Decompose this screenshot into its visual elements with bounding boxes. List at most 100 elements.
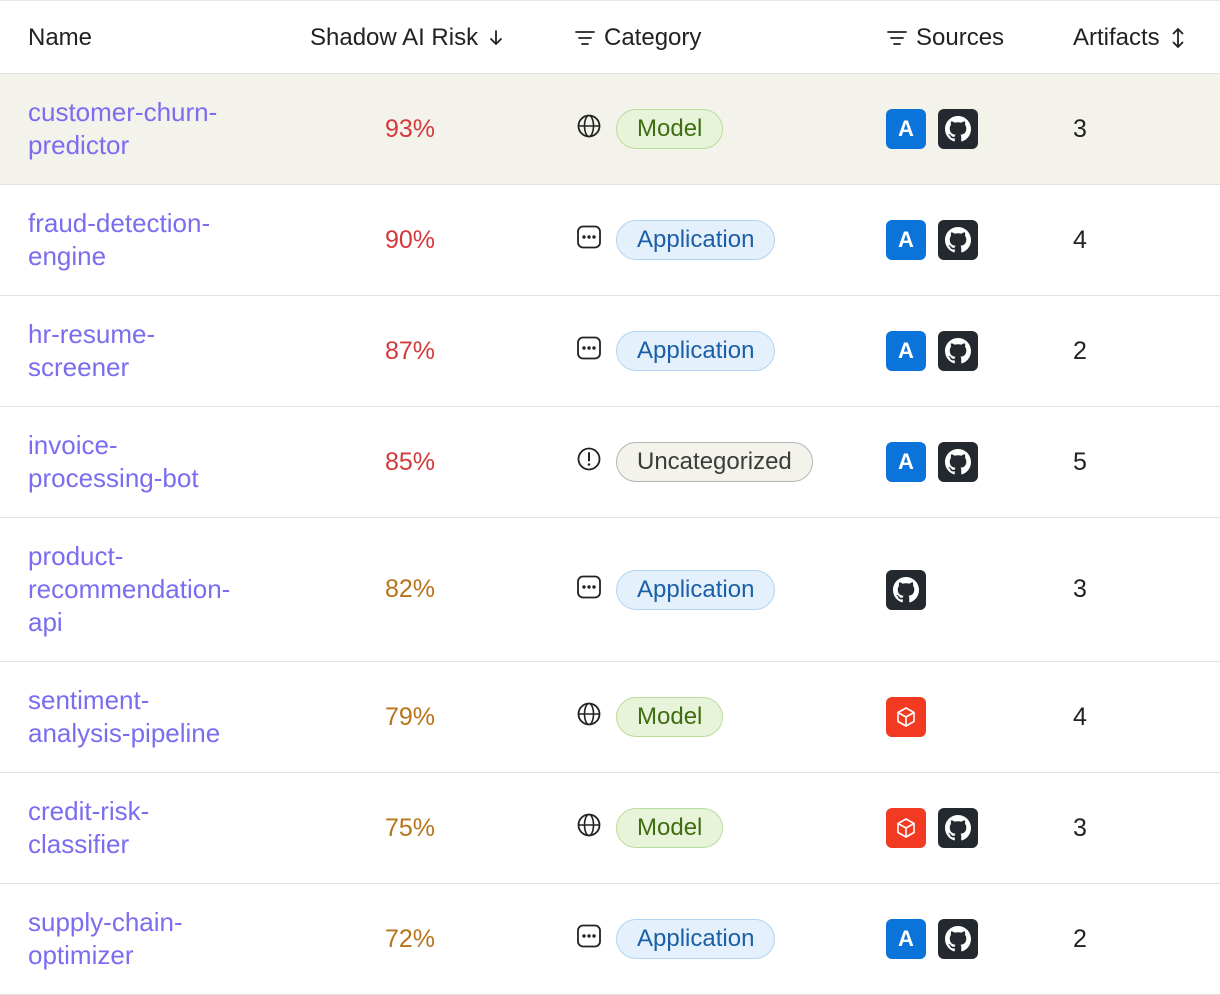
- table-row[interactable]: supply-chain-optimizer 72% Application A 2: [0, 884, 1220, 995]
- filter-icon[interactable]: [574, 29, 596, 47]
- category-cell: Application: [576, 518, 776, 661]
- azure-a-letter: A: [898, 227, 914, 252]
- sources-cell: A: [886, 884, 978, 994]
- artifacts-count: 3: [1073, 575, 1087, 603]
- asset-name-link[interactable]: fraud-detection-engine: [28, 185, 268, 295]
- azure-source-icon[interactable]: A: [886, 220, 926, 260]
- table-row[interactable]: credit-risk-classifier 75% Model 3: [0, 773, 1220, 884]
- github-source-icon[interactable]: [938, 220, 978, 260]
- asset-name-line: credit-risk-: [28, 796, 150, 826]
- artifacts-count: 3: [1073, 813, 1087, 842]
- category-cell: Application: [576, 884, 776, 994]
- sources-cell: [886, 662, 926, 772]
- asset-name-link[interactable]: credit-risk-classifier: [28, 773, 268, 883]
- category-badge[interactable]: Uncategorized: [616, 442, 813, 482]
- ai-assets-table: Name Shadow AI Risk Category Sources Art…: [0, 0, 1220, 995]
- column-header-name[interactable]: Name: [28, 1, 92, 75]
- table-row[interactable]: invoice-processing-bot 85% Uncategorized A 5: [0, 407, 1220, 518]
- azure-source-icon[interactable]: A: [886, 109, 926, 149]
- azure-source-icon[interactable]: A: [886, 919, 926, 959]
- github-source-icon[interactable]: [938, 442, 978, 482]
- category-badge[interactable]: Application: [616, 919, 776, 959]
- column-header-sources[interactable]: Sources: [886, 1, 1004, 75]
- table-row[interactable]: hr-resume-screener 87% Application A 2: [0, 296, 1220, 407]
- category-badge[interactable]: Model: [616, 109, 724, 149]
- asset-name-line: processing-bot: [28, 463, 199, 493]
- chat-icon: [576, 335, 602, 361]
- azure-a-letter: A: [898, 926, 914, 951]
- table-row[interactable]: sentiment-analysis-pipeline 79% Model 4: [0, 662, 1220, 773]
- globe-icon: [576, 812, 602, 838]
- azure-a-letter: A: [898, 338, 914, 363]
- column-header-name-label: Name: [28, 24, 93, 51]
- sources-cell: A: [886, 296, 978, 406]
- asset-name-line: api: [28, 607, 63, 637]
- asset-name-line: supply-chain-: [28, 907, 183, 937]
- asset-name-line: engine: [28, 241, 107, 271]
- category-badge[interactable]: Model: [616, 808, 724, 848]
- github-source-icon[interactable]: [938, 808, 978, 848]
- chat-icon: [576, 923, 602, 949]
- artifacts-count: 4: [1073, 702, 1087, 731]
- table-row[interactable]: product-recommendation-api 82% Application…: [0, 518, 1220, 662]
- aws-box-source-icon[interactable]: [886, 697, 926, 737]
- sources-cell: A: [886, 407, 978, 517]
- column-header-risk-label: Shadow AI Risk: [310, 24, 479, 51]
- chat-icon: [576, 224, 602, 250]
- sources-cell: [886, 518, 926, 661]
- category-badge[interactable]: Model: [616, 697, 724, 737]
- category-cell: Model: [576, 74, 724, 184]
- asset-name-line: screener: [28, 352, 130, 382]
- artifacts-count: 2: [1073, 924, 1087, 953]
- column-header-category-label: Category: [604, 24, 702, 51]
- shadow-ai-risk-value: 79%: [384, 702, 436, 731]
- column-header-category[interactable]: Category: [574, 1, 701, 75]
- asset-name-line: optimizer: [28, 940, 134, 970]
- table-row[interactable]: fraud-detection-engine 90% Application A 4: [0, 185, 1220, 296]
- category-badge[interactable]: Application: [616, 569, 776, 610]
- table-header: Name Shadow AI Risk Category Sources Art…: [0, 0, 1220, 74]
- artifacts-count: 5: [1073, 447, 1087, 476]
- sort-updown-icon[interactable]: [1170, 27, 1186, 49]
- column-header-sources-label: Sources: [916, 24, 1005, 51]
- asset-name-link[interactable]: supply-chain-optimizer: [28, 884, 268, 994]
- aws-box-source-icon[interactable]: [886, 808, 926, 848]
- asset-name-line: fraud-detection-: [28, 208, 211, 238]
- arrow-down-icon[interactable]: [488, 29, 504, 47]
- shadow-ai-risk-value: 87%: [384, 336, 436, 365]
- asset-name-line: hr-resume-: [28, 319, 156, 349]
- shadow-ai-risk-value: 72%: [384, 924, 436, 953]
- column-header-artifacts-label: Artifacts: [1073, 24, 1160, 51]
- asset-name-line: analysis-pipeline: [28, 718, 221, 748]
- globe-icon: [576, 113, 602, 139]
- table-row[interactable]: customer-churn-predictor 93% Model A 3: [0, 74, 1220, 185]
- asset-name-line: customer-churn-: [28, 97, 218, 127]
- asset-name-link[interactable]: sentiment-analysis-pipeline: [28, 662, 268, 772]
- asset-name-line: classifier: [28, 829, 130, 859]
- filter-icon[interactable]: [886, 29, 908, 47]
- asset-name-link[interactable]: product-recommendation-api: [28, 518, 268, 661]
- category-cell: Application: [576, 185, 776, 295]
- category-cell: Application: [576, 296, 776, 406]
- column-header-artifacts[interactable]: Artifacts: [1073, 1, 1186, 75]
- shadow-ai-risk-value: 85%: [384, 447, 436, 476]
- github-source-icon[interactable]: [938, 919, 978, 959]
- category-cell: Uncategorized: [576, 407, 813, 517]
- github-source-icon[interactable]: [886, 569, 926, 610]
- github-source-icon[interactable]: [938, 331, 978, 371]
- chat-icon: [576, 574, 602, 600]
- category-badge[interactable]: Application: [616, 331, 776, 371]
- artifacts-count: 4: [1073, 225, 1087, 254]
- azure-source-icon[interactable]: A: [886, 331, 926, 371]
- azure-source-icon[interactable]: A: [886, 442, 926, 482]
- column-header-risk[interactable]: Shadow AI Risk: [310, 1, 504, 75]
- asset-name-link[interactable]: customer-churn-predictor: [28, 74, 268, 184]
- sources-cell: A: [886, 74, 978, 184]
- asset-name-link[interactable]: hr-resume-screener: [28, 296, 268, 406]
- asset-name-link[interactable]: invoice-processing-bot: [28, 407, 268, 517]
- sources-cell: A: [886, 185, 978, 295]
- shadow-ai-risk-value: 75%: [384, 813, 436, 842]
- github-source-icon[interactable]: [938, 109, 978, 149]
- category-badge[interactable]: Application: [616, 220, 776, 260]
- sources-cell: [886, 773, 978, 883]
